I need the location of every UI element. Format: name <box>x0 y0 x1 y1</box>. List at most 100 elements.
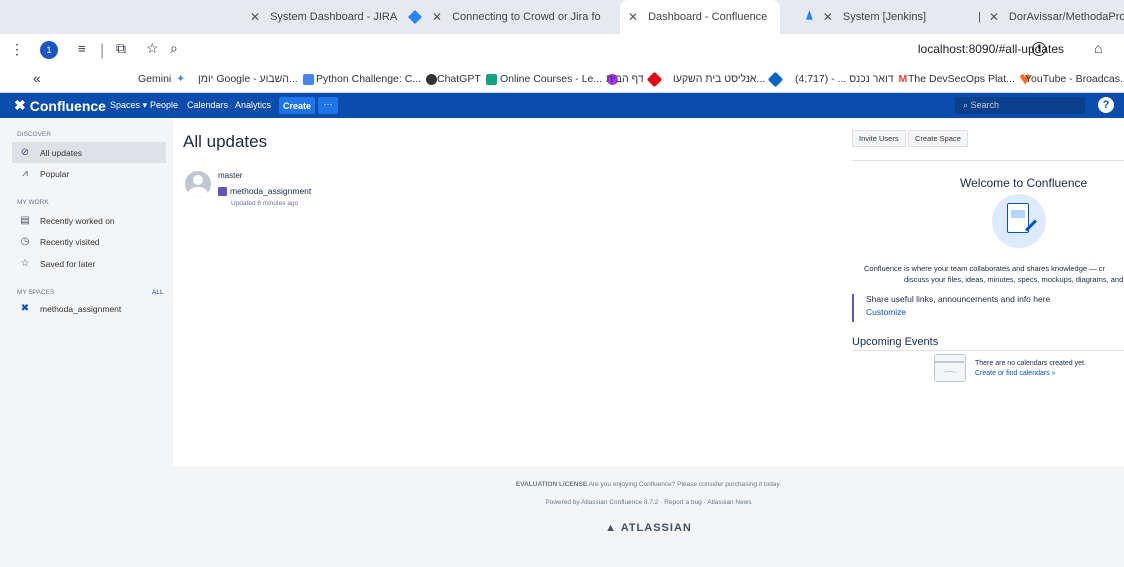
browser-tab[interactable]: ✕ System Dashboard - JIRA <box>250 0 400 34</box>
sidebar-space-item[interactable]: ✖ methoda_assignment <box>12 298 166 319</box>
welcome-title: Welcome to Confluence <box>960 176 1088 190</box>
bookmark-item[interactable]: דף הבית <box>606 71 665 87</box>
bookmark-label: YouTube - Broadcas... <box>1025 73 1124 85</box>
bookmark-label: The DevSecOps Plat... <box>908 73 1015 85</box>
search-input[interactable]: ⌕ Search <box>955 97 1085 114</box>
bookmark-label: יומן Google - השבוע... <box>198 73 298 85</box>
bookmarks-bar: « Gemini ✦ יומן Google - השבוע... Python … <box>0 66 1124 93</box>
bookmark-item[interactable]: יומן Google - השבוע... <box>198 73 319 85</box>
jira-icon <box>408 10 422 24</box>
powered-by-link[interactable]: Powered by Atlassian Confluence 8.7.2 <box>545 499 658 506</box>
create-space-button[interactable]: Create Space <box>908 130 968 147</box>
bookmark-item[interactable]: Gemini ✦ <box>138 73 185 85</box>
welcome-illustration-icon <box>992 194 1046 248</box>
more-button[interactable]: ··· <box>318 97 338 114</box>
nav-analytics[interactable]: Analytics <box>235 100 271 110</box>
bookmark-label: Gemini <box>138 73 172 85</box>
nav-spaces[interactable]: Spaces ▾ <box>110 100 147 111</box>
sidebar-section-title: MY WORK <box>17 199 49 206</box>
profile-avatar-icon[interactable]: 1 <box>40 41 58 59</box>
sidebar-item-label: All updates <box>40 147 83 158</box>
atlassian-news-link[interactable]: Atlassian News <box>707 499 751 506</box>
invite-users-button[interactable]: Invite Users <box>852 130 906 147</box>
update-user[interactable]: master <box>218 171 242 180</box>
python-challenge-icon <box>426 73 438 85</box>
sidebar-item-all-updates[interactable]: ⊘ All updates <box>12 142 166 163</box>
bookmark-item[interactable]: Online Courses - Le... <box>500 73 623 85</box>
browser-tab[interactable]: ✕ System [Jenkins] <box>806 0 926 34</box>
browser-tab-active[interactable]: ✕ Dashboard - Confluence <box>620 0 780 34</box>
sidebar-item-recently-worked-on[interactable]: ▤ Recently worked on <box>12 210 166 231</box>
bookmark-label: Python Challenge: C... <box>316 73 422 85</box>
bookmarks-overflow-icon[interactable]: « <box>33 70 41 86</box>
page-title: All updates <box>183 132 268 151</box>
update-space[interactable]: methoda_assignment <box>218 186 311 196</box>
diamond-icon <box>768 71 784 87</box>
nav-people[interactable]: People <box>150 100 178 110</box>
sidebar-item-popular[interactable]: ⩘ Popular <box>12 163 166 184</box>
confluence-icon <box>806 10 813 20</box>
welcome-description: Confluence is where your team collaborat… <box>864 263 1123 285</box>
sidebar-item-label: methoda_assignment <box>40 303 122 314</box>
close-tab-icon[interactable]: ✕ <box>250 10 260 24</box>
tab-label: System [Jenkins] <box>842 11 926 23</box>
bookmark-item[interactable]: The DevSecOps Plat... <box>908 73 1036 85</box>
bookmark-item[interactable]: (4,717) - ... דואר נכנס M <box>795 73 907 85</box>
bookmark-item[interactable]: Python Challenge: C... <box>316 73 442 85</box>
search-icon[interactable]: ⌕ <box>170 40 178 57</box>
confluence-logo[interactable]: ✖ Confluence <box>14 97 106 114</box>
report-bug-link[interactable]: Report a bug <box>664 499 702 506</box>
bookmark-item[interactable]: YouTube - Broadcas... <box>1025 73 1124 85</box>
confluence-icon: ✖ <box>14 97 26 113</box>
app-name: Confluence <box>29 97 106 114</box>
tab-label: Connecting to Crowd or Jira fo <box>452 11 601 23</box>
close-tab-icon[interactable]: ✕ <box>628 10 638 24</box>
create-calendar-link[interactable]: Create or find calendars » <box>975 370 1056 377</box>
bookmark-item[interactable]: אנליסט בית השקעו... <box>673 71 786 87</box>
browser-tab-bar: ✕ System Dashboard - JIRA ✕ Connecting t… <box>0 0 1124 34</box>
nav-calendars[interactable]: Calendars <box>187 100 228 110</box>
tab-search-icon[interactable]: ≡ <box>78 41 86 56</box>
star-icon: ☆ <box>20 258 30 269</box>
bookmark-label: ChatGPT <box>437 73 481 85</box>
sidebar-item-label: Recently worked on <box>40 215 115 226</box>
sidebar-item-label: Recently visited <box>40 236 100 247</box>
bookmark-item[interactable]: ChatGPT <box>437 73 502 85</box>
calendar-empty-icon <box>934 354 966 382</box>
site-info-icon[interactable]: ! <box>1032 42 1046 56</box>
browser-tab[interactable]: | ✕ DorAvissar/MethodaProject <box>968 0 1124 34</box>
close-tab-icon[interactable]: ✕ <box>989 10 999 24</box>
confluence-icon: ✖ <box>20 303 30 314</box>
document-icon: ▤ <box>20 215 30 226</box>
customize-link[interactable]: Customize <box>866 307 1124 317</box>
tab-label: Dashboard - Confluence <box>648 11 768 23</box>
bookmark-label: (4,717) - ... דואר נכנס <box>795 73 894 85</box>
sidebar-section-title: MY SPACES <box>17 289 55 296</box>
extensions-icon[interactable]: ⧉ <box>116 40 126 57</box>
sidebar-item-recently-visited[interactable]: ◷ Recently visited <box>12 231 166 252</box>
home-icon[interactable]: ⌂ <box>1094 40 1102 56</box>
avatar[interactable] <box>185 171 211 197</box>
bookmark-label: אנליסט בית השקעו... <box>673 73 766 85</box>
browser-tab[interactable]: ✕ Connecting to Crowd or Jira fo <box>408 0 608 34</box>
sidebar: DISCOVER ⊘ All updates ⩘ Popular MY WORK… <box>0 118 173 567</box>
footer-links: Powered by Atlassian Confluence 8.7.2 · … <box>545 499 752 506</box>
footer: EVALUATION LICENSE Are you enjoying Conf… <box>173 466 1124 567</box>
bookmark-label: Online Courses - Le... <box>500 73 603 85</box>
atlassian-logo[interactable]: ▲ ATLASSIAN <box>173 522 1124 534</box>
all-spaces-link[interactable]: ALL <box>152 289 164 296</box>
license-label: EVALUATION LICENSE <box>515 481 588 488</box>
gmail-icon: M <box>898 73 908 85</box>
help-icon[interactable]: ? <box>1098 97 1114 113</box>
close-tab-icon[interactable]: ✕ <box>823 10 833 24</box>
sidebar-item-saved-for-later[interactable]: ☆ Saved for later <box>12 253 166 274</box>
bookmark-star-icon[interactable]: ☆ <box>146 40 159 57</box>
events-title: Upcoming Events <box>852 336 939 348</box>
tab-label: System Dashboard - JIRA <box>270 11 398 23</box>
close-tab-icon[interactable]: ✕ <box>432 10 442 24</box>
no-calendars-text: There are no calendars created yet. <box>975 360 1086 367</box>
search-placeholder: Search <box>970 100 1000 110</box>
chatgpt-icon <box>485 73 497 85</box>
menu-icon[interactable]: ⋮ <box>10 41 24 58</box>
create-button[interactable]: Create <box>279 97 315 114</box>
